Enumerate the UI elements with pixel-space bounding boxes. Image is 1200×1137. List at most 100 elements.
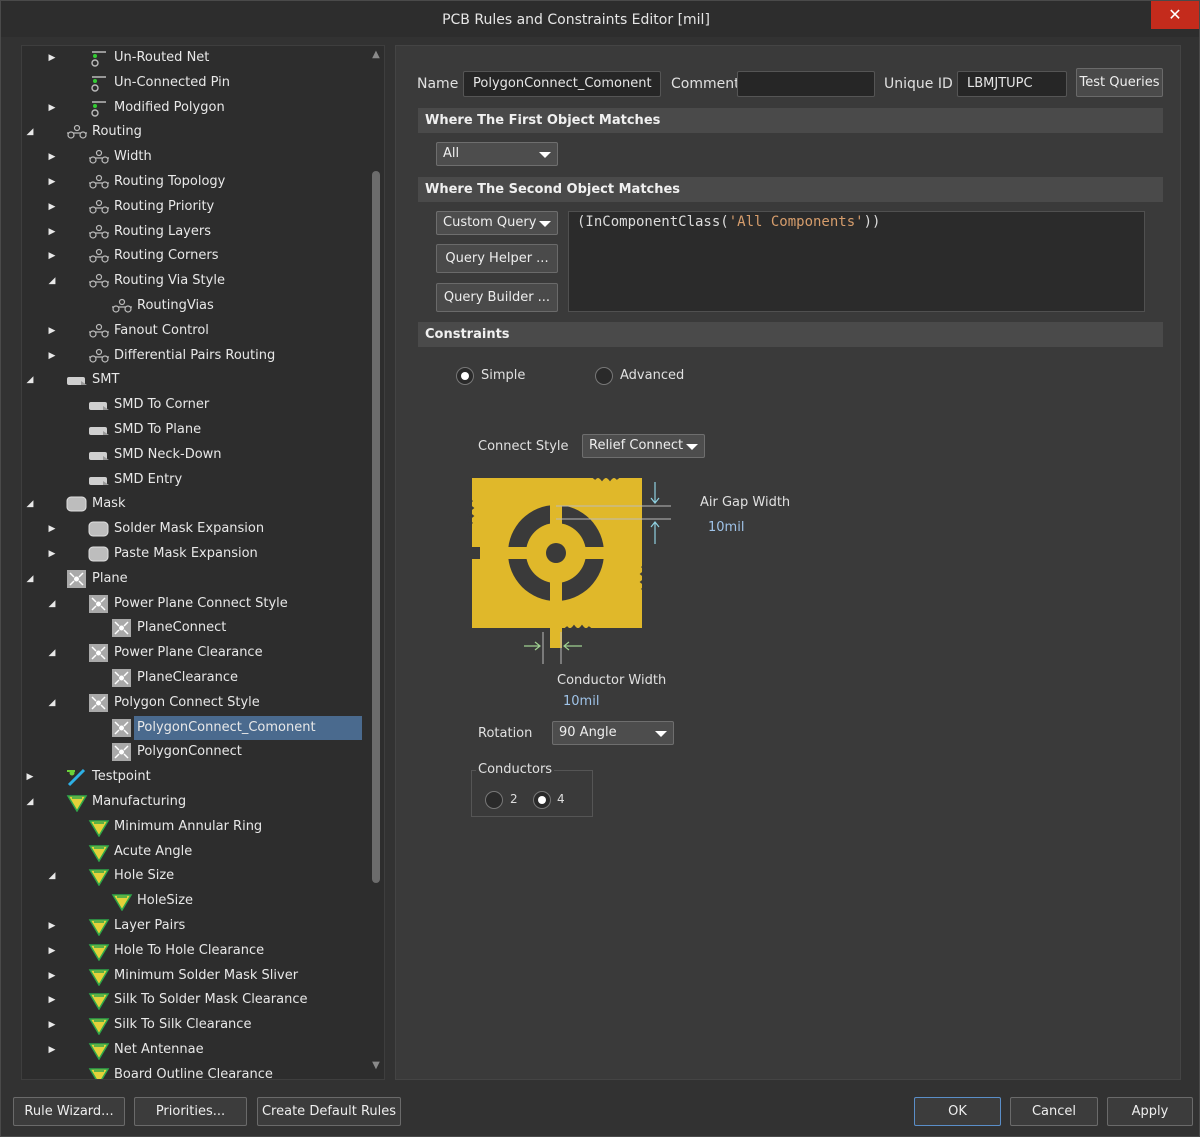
collapsed-arrow-icon[interactable]: ▶ [24, 765, 36, 789]
collapsed-arrow-icon[interactable]: ▶ [46, 244, 58, 268]
tree-item[interactable]: PolygonConnect_Comonent [112, 715, 362, 740]
collapsed-arrow-icon[interactable]: ▶ [46, 344, 58, 368]
connect-style-combo[interactable]: Relief Connect [582, 434, 705, 458]
expanded-arrow-icon[interactable]: ◢ [46, 269, 58, 293]
scroll-up-arrow-icon[interactable]: ▲ [370, 49, 382, 60]
create-default-rules-button[interactable]: Create Default Rules [257, 1097, 401, 1126]
collapsed-arrow-icon[interactable]: ▶ [46, 46, 58, 70]
tree-item[interactable]: ▶ Testpoint [22, 765, 367, 789]
test-queries-button[interactable]: Test Queries [1076, 68, 1163, 97]
tree-item[interactable]: ◢ Polygon Connect Style [22, 691, 367, 715]
tree-item[interactable]: RoutingVias [22, 294, 367, 318]
routing-icon [88, 271, 110, 291]
tree-item[interactable]: ◢ Power Plane Connect Style [22, 592, 367, 616]
tree-item[interactable]: Minimum Annular Ring [22, 815, 367, 839]
tree-item[interactable]: ▶ Layer Pairs [22, 914, 367, 938]
tree-item[interactable]: ◢ Plane [22, 567, 367, 591]
expanded-arrow-icon[interactable]: ◢ [24, 567, 36, 591]
collapsed-arrow-icon[interactable]: ▶ [46, 170, 58, 194]
expanded-arrow-icon[interactable]: ◢ [24, 492, 36, 516]
close-button[interactable]: ✕ [1151, 1, 1199, 29]
tree-item[interactable]: PlaneConnect [22, 616, 367, 640]
tree-item[interactable]: ▶ Routing Priority [22, 195, 367, 219]
collapsed-arrow-icon[interactable]: ▶ [46, 220, 58, 244]
expanded-arrow-icon[interactable]: ◢ [46, 592, 58, 616]
tree-item[interactable]: ▶ Net Antennae [22, 1038, 367, 1062]
tree-item[interactable]: HoleSize [22, 889, 367, 913]
comment-field[interactable] [737, 71, 875, 97]
collapsed-arrow-icon[interactable]: ▶ [46, 914, 58, 938]
tree-item[interactable]: ◢ Manufacturing [22, 790, 367, 814]
tree-item[interactable]: ▶ Width [22, 145, 367, 169]
tree-item[interactable]: ◢ Routing [22, 120, 367, 144]
tree-item[interactable]: ◢ Power Plane Clearance [22, 641, 367, 665]
tree-item[interactable]: ▶ Paste Mask Expansion [22, 542, 367, 566]
tree-item[interactable]: PlaneClearance [22, 666, 367, 690]
second-match-combo[interactable]: Custom Query [436, 211, 558, 235]
query-editor[interactable]: (InComponentClass('All Components')) [568, 211, 1145, 312]
tree-item[interactable]: ◢ Hole Size [22, 864, 367, 888]
tree-item[interactable]: ◢ Routing Via Style [22, 269, 367, 293]
collapsed-arrow-icon[interactable]: ▶ [46, 96, 58, 120]
rules-tree[interactable]: ▶ Un-Routed Net Un-Connected Pin ▶ Modified … [21, 45, 385, 1080]
tree-item[interactable]: ▶ Fanout Control [22, 319, 367, 343]
expanded-arrow-icon[interactable]: ◢ [24, 790, 36, 814]
rule-wizard-button[interactable]: Rule Wizard... [13, 1097, 125, 1126]
advanced-radio[interactable] [595, 367, 613, 385]
expanded-arrow-icon[interactable]: ◢ [46, 691, 58, 715]
tree-item[interactable]: ▶ Routing Layers [22, 220, 367, 244]
collapsed-arrow-icon[interactable]: ▶ [46, 939, 58, 963]
tree-item[interactable]: SMD Neck-Down [22, 443, 367, 467]
tree-item[interactable]: ▶ Modified Polygon [22, 96, 367, 120]
tree-item[interactable]: ▶ Minimum Solder Mask Sliver [22, 964, 367, 988]
tree-item[interactable]: Un-Connected Pin [22, 71, 367, 95]
collapsed-arrow-icon[interactable]: ▶ [46, 1038, 58, 1062]
expanded-arrow-icon[interactable]: ◢ [46, 864, 58, 888]
rotation-combo[interactable]: 90 Angle [552, 721, 674, 745]
tree-item[interactable]: SMD Entry [22, 468, 367, 492]
tree-scrollbar[interactable]: ▲ ▼ [368, 46, 384, 1079]
apply-button[interactable]: Apply [1107, 1097, 1193, 1126]
collapsed-arrow-icon[interactable]: ▶ [46, 319, 58, 343]
tree-item[interactable]: ▶ Silk To Silk Clearance [22, 1013, 367, 1037]
scroll-down-arrow-icon[interactable]: ▼ [370, 1060, 382, 1071]
collapsed-arrow-icon[interactable]: ▶ [46, 1013, 58, 1037]
tree-item[interactable]: Board Outline Clearance [22, 1063, 367, 1079]
expanded-arrow-icon[interactable]: ◢ [46, 641, 58, 665]
collapsed-arrow-icon[interactable]: ▶ [46, 145, 58, 169]
tree-item[interactable]: ▶ Silk To Solder Mask Clearance [22, 988, 367, 1012]
tree-item[interactable]: ◢ SMT [22, 368, 367, 392]
tree-item[interactable]: ▶ Un-Routed Net [22, 46, 367, 70]
collapsed-arrow-icon[interactable]: ▶ [46, 517, 58, 541]
tree-item[interactable]: ▶ Hole To Hole Clearance [22, 939, 367, 963]
priorities-button[interactable]: Priorities... [134, 1097, 247, 1126]
conductor-width-value[interactable]: 10mil [563, 694, 599, 709]
air-gap-width-value[interactable]: 10mil [708, 520, 744, 535]
collapsed-arrow-icon[interactable]: ▶ [46, 964, 58, 988]
tree-item[interactable]: ▶ Differential Pairs Routing [22, 344, 367, 368]
ok-button[interactable]: OK [914, 1097, 1001, 1126]
conductors-4-radio[interactable] [533, 791, 551, 809]
tree-item[interactable]: ▶ Routing Topology [22, 170, 367, 194]
collapsed-arrow-icon[interactable]: ▶ [46, 988, 58, 1012]
expanded-arrow-icon[interactable]: ◢ [24, 368, 36, 392]
scrollbar-thumb[interactable] [372, 171, 380, 883]
collapsed-arrow-icon[interactable]: ▶ [46, 542, 58, 566]
query-builder-button[interactable]: Query Builder ... [436, 283, 558, 312]
simple-radio[interactable] [456, 367, 474, 385]
name-field[interactable]: PolygonConnect_Comonent [463, 71, 661, 97]
conductors-2-radio[interactable] [485, 791, 503, 809]
query-helper-button[interactable]: Query Helper ... [436, 244, 558, 273]
tree-item[interactable]: ◢ Mask [22, 492, 367, 516]
tree-item[interactable]: Acute Angle [22, 840, 367, 864]
tree-item[interactable]: SMD To Corner [22, 393, 367, 417]
tree-item[interactable]: ▶ Solder Mask Expansion [22, 517, 367, 541]
tree-item[interactable]: PolygonConnect [22, 740, 367, 764]
first-match-combo[interactable]: All [436, 142, 558, 166]
tree-item[interactable]: ▶ Routing Corners [22, 244, 367, 268]
collapsed-arrow-icon[interactable]: ▶ [46, 195, 58, 219]
cancel-button[interactable]: Cancel [1010, 1097, 1098, 1126]
unique-id-field[interactable]: LBMJTUPC [957, 71, 1067, 97]
expanded-arrow-icon[interactable]: ◢ [24, 120, 36, 144]
tree-item[interactable]: SMD To Plane [22, 418, 367, 442]
